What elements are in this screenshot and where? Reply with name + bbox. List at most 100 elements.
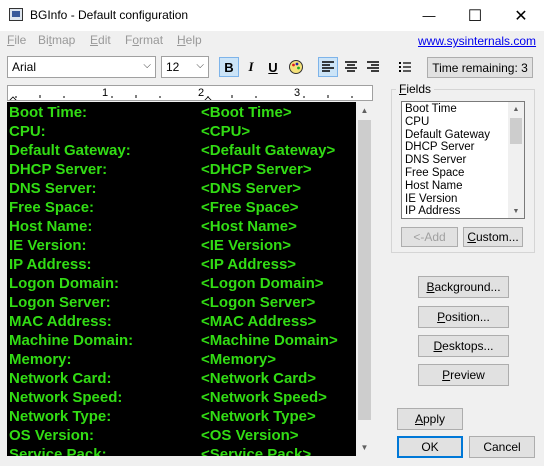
color-button[interactable]	[286, 57, 306, 77]
desktops-button[interactable]: Desktops...	[418, 335, 509, 357]
font-select[interactable]: Arial ⌵	[7, 56, 156, 78]
field-label: MAC Address:	[9, 313, 112, 330]
field-list-item[interactable]: Free Space	[405, 167, 464, 179]
minimize-button[interactable]: —	[406, 0, 452, 31]
field-placeholder: <Host Name>	[201, 218, 297, 235]
field-label: Host Name:	[9, 218, 93, 235]
field-placeholder: <Free Space>	[201, 199, 299, 216]
field-placeholder: <OS Version>	[201, 427, 299, 444]
editor-scroll-thumb[interactable]	[358, 120, 371, 420]
chevron-down-icon: ⌵	[143, 60, 151, 71]
field-label: Boot Time:	[9, 104, 88, 121]
menu-bitmap[interactable]: Bitmap	[38, 33, 75, 47]
window-title: BGInfo - Default configuration	[30, 8, 189, 22]
field-placeholder: <Network Card>	[201, 370, 317, 387]
bullet-list-icon	[399, 62, 411, 72]
fields-scrollbar[interactable]: ▲ ▼	[508, 102, 524, 218]
editor-scrollbar[interactable]: ▲ ▼	[356, 102, 373, 456]
field-placeholder: <Memory>	[201, 351, 277, 368]
menu-help[interactable]: Help	[177, 33, 202, 47]
ruler-mark-2: 2	[198, 87, 205, 99]
sysinternals-link[interactable]: www.sysinternals.com	[418, 34, 536, 48]
field-list-item[interactable]: DNS Server	[405, 154, 466, 166]
size-select[interactable]: 12 ⌵	[161, 56, 209, 78]
ok-button[interactable]: OK	[397, 436, 463, 458]
ruler: 1 2 3	[7, 85, 373, 101]
field-label: Machine Domain:	[9, 332, 134, 349]
field-list-item[interactable]: CPU	[405, 116, 429, 128]
italic-icon: I	[248, 59, 254, 74]
scroll-down-icon[interactable]: ▼	[508, 204, 524, 218]
field-placeholder: <Boot Time>	[201, 104, 292, 121]
fields-label: Fields	[396, 82, 435, 96]
align-left-icon	[322, 61, 334, 72]
apply-button[interactable]: Apply	[397, 408, 463, 430]
menu-file[interactable]: File	[7, 33, 26, 47]
field-label: CPU:	[9, 123, 46, 140]
background-button[interactable]: Background...	[418, 276, 509, 298]
ruler-mark-3: 3	[294, 87, 301, 99]
field-label: IP Address:	[9, 256, 92, 273]
field-list-item[interactable]: DHCP Server	[405, 141, 474, 153]
field-list-item[interactable]: Default Gateway	[405, 129, 490, 141]
position-button[interactable]: Position...	[418, 306, 509, 328]
field-placeholder: <Network Speed>	[201, 389, 327, 406]
field-list-item[interactable]: Host Name	[405, 180, 463, 192]
field-placeholder: <MAC Address>	[201, 313, 317, 330]
field-placeholder: <Logon Domain>	[201, 275, 324, 292]
field-label: Logon Domain:	[9, 275, 119, 292]
field-placeholder: <Default Gateway>	[201, 142, 336, 159]
font-value: Arial	[12, 60, 37, 74]
fields-scroll-thumb[interactable]	[510, 118, 522, 144]
maximize-button[interactable]: ☐	[452, 0, 498, 31]
field-label: OS Version:	[9, 427, 95, 444]
field-label: IE Version:	[9, 237, 87, 254]
scroll-up-icon[interactable]: ▲	[508, 102, 524, 116]
underline-button[interactable]: U	[263, 57, 283, 77]
italic-button[interactable]: I	[241, 57, 261, 77]
align-right-icon	[367, 61, 379, 72]
fields-listbox[interactable]: Boot Time CPU Default Gateway DHCP Server DN…	[401, 101, 525, 219]
add-field-button[interactable]: <-Add	[401, 227, 458, 247]
size-value: 12	[166, 60, 180, 74]
field-placeholder: <CPU>	[201, 123, 251, 140]
align-center-icon	[345, 61, 357, 72]
field-label: DNS Server:	[9, 180, 97, 197]
close-button[interactable]: ✕	[498, 0, 544, 31]
preview-button[interactable]: Preview	[418, 364, 509, 386]
bold-icon: B	[224, 59, 234, 75]
bullets-button[interactable]	[395, 57, 415, 77]
field-placeholder: <DNS Server>	[201, 180, 302, 197]
underline-icon: U	[268, 59, 278, 75]
field-placeholder: <Service Pack>	[201, 446, 312, 456]
custom-button[interactable]: Custom...	[463, 227, 523, 247]
field-placeholder: <Network Type>	[201, 408, 316, 425]
chevron-down-icon: ⌵	[196, 60, 204, 71]
field-placeholder: <IE Version>	[201, 237, 292, 254]
align-left-button[interactable]	[318, 57, 338, 77]
text-editor[interactable]: Boot Time: <Boot Time> CPU: <CPU> Default Ga…	[7, 102, 373, 456]
maximize-icon: ☐	[467, 7, 483, 25]
field-placeholder: <Machine Domain>	[201, 332, 338, 349]
ruler-ticks	[9, 95, 353, 100]
field-label: Memory:	[9, 351, 72, 368]
cancel-button[interactable]: Cancel	[469, 436, 535, 458]
scroll-up-icon[interactable]: ▲	[356, 102, 373, 119]
field-label: Network Card:	[9, 370, 112, 387]
scroll-down-icon[interactable]: ▼	[356, 439, 373, 456]
minimize-icon: —	[422, 8, 436, 23]
field-label: Service Pack:	[9, 446, 107, 456]
field-placeholder: <IP Address>	[201, 256, 297, 273]
field-list-item[interactable]: IP Address	[405, 205, 460, 217]
field-label: Network Type:	[9, 408, 112, 425]
bold-button[interactable]: B	[219, 57, 239, 77]
field-label: Default Gateway:	[9, 142, 131, 159]
menu-format[interactable]: Format	[125, 33, 163, 47]
align-right-button[interactable]	[363, 57, 383, 77]
field-list-item[interactable]: Boot Time	[405, 103, 457, 115]
align-center-button[interactable]	[341, 57, 361, 77]
time-remaining-button[interactable]: Time remaining: 3	[427, 57, 533, 78]
app-icon	[9, 8, 23, 21]
menu-edit[interactable]: Edit	[90, 33, 111, 47]
field-list-item[interactable]: IE Version	[405, 193, 457, 205]
